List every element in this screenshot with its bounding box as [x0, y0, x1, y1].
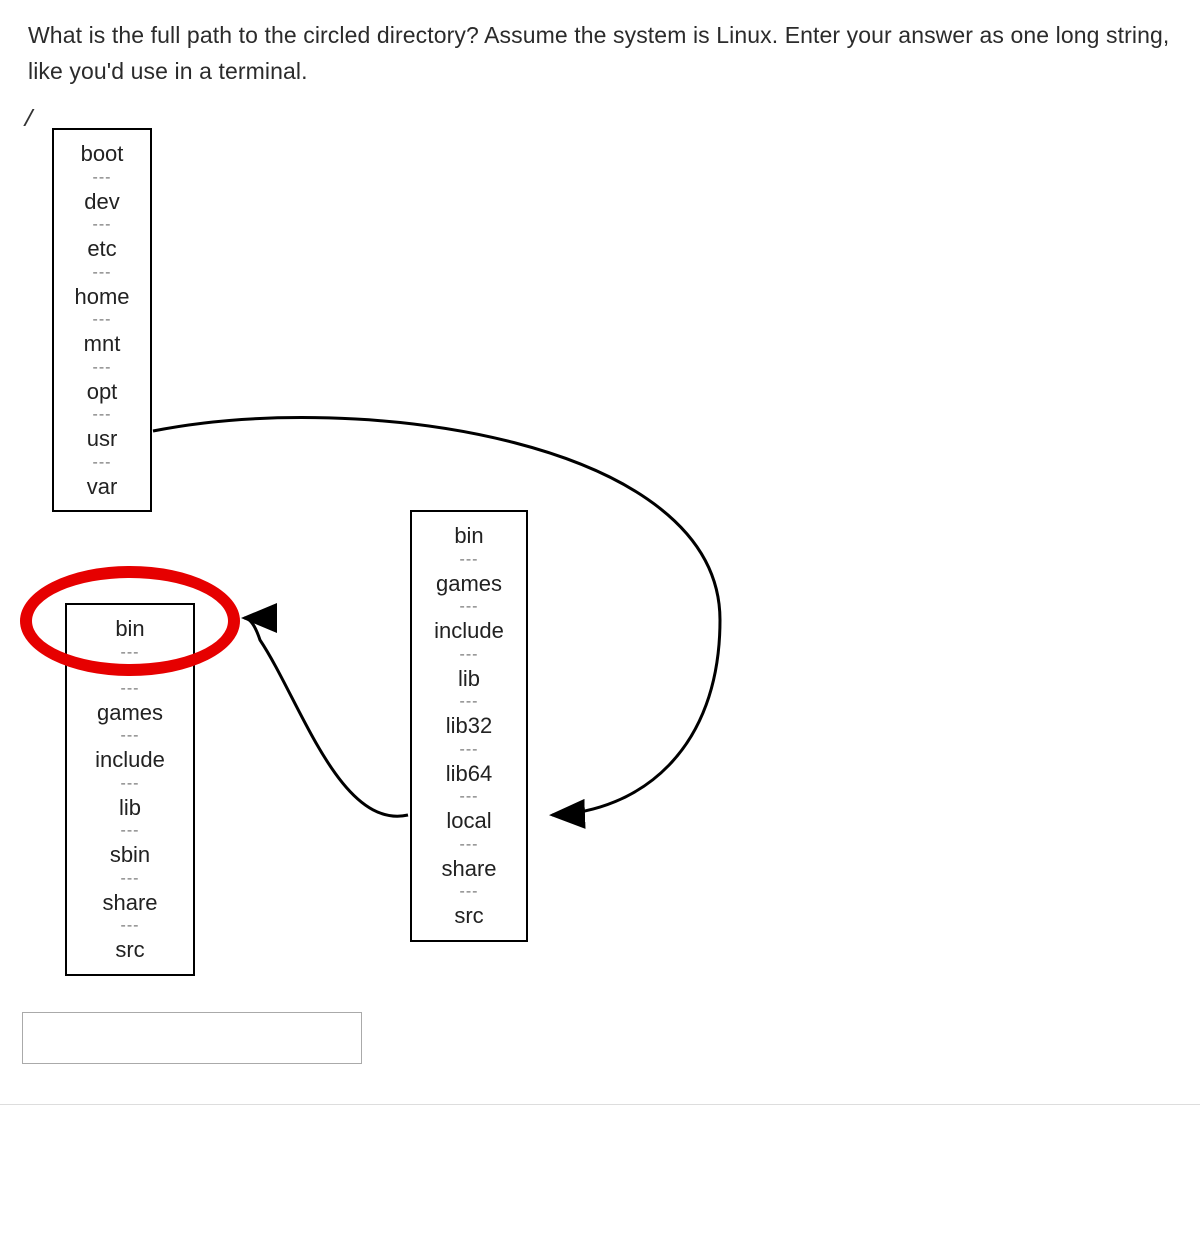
dir-local-blank: [126, 661, 134, 681]
usr-level-box: bin --- games --- include --- lib --- li…: [410, 510, 528, 942]
sep: ---: [460, 884, 479, 900]
sep: ---: [460, 552, 479, 568]
answer-input[interactable]: [22, 1012, 362, 1064]
question-text: What is the full path to the circled dir…: [28, 18, 1172, 89]
local-level-box: bin --- --- games --- include --- lib --…: [65, 603, 195, 976]
dir-usr-lib: lib: [454, 663, 484, 695]
sep: ---: [460, 789, 479, 805]
sep: ---: [93, 360, 112, 376]
sep: ---: [121, 871, 140, 887]
dir-usr-lib64: lib64: [442, 758, 496, 790]
dir-usr-games: games: [432, 568, 506, 600]
dir-usr-lib32: lib32: [442, 710, 496, 742]
dir-local-bin: bin: [111, 613, 148, 645]
sep: ---: [121, 823, 140, 839]
sep: ---: [460, 837, 479, 853]
sep: ---: [460, 647, 479, 663]
sep: ---: [460, 599, 479, 615]
dir-boot: boot: [77, 138, 128, 170]
sep: ---: [93, 312, 112, 328]
dir-usr-include: include: [430, 615, 508, 647]
sep: ---: [93, 170, 112, 186]
dir-local-share: share: [98, 887, 161, 919]
dir-mnt: mnt: [80, 328, 125, 360]
root-slash: /: [22, 107, 1172, 133]
sep: ---: [460, 694, 479, 710]
sep: ---: [93, 265, 112, 281]
dir-usr-share: share: [437, 853, 500, 885]
dir-local-src: src: [111, 934, 148, 966]
dir-var: var: [83, 471, 122, 503]
sep: ---: [121, 728, 140, 744]
dir-usr-bin: bin: [450, 520, 487, 552]
dir-opt: opt: [83, 376, 122, 408]
sep: ---: [93, 407, 112, 423]
dir-local-include: include: [91, 744, 169, 776]
dir-etc: etc: [83, 233, 120, 265]
root-level-box: boot --- dev --- etc --- home --- mnt --…: [52, 128, 152, 512]
dir-local-games: games: [93, 697, 167, 729]
dir-usr-src: src: [450, 900, 487, 932]
sep: ---: [121, 776, 140, 792]
dir-dev: dev: [80, 186, 123, 218]
arrow-local-to-local-box: [244, 618, 408, 816]
sep: ---: [460, 742, 479, 758]
sep: ---: [121, 681, 140, 697]
dir-usr-local: local: [442, 805, 495, 837]
dir-local-sbin: sbin: [106, 839, 154, 871]
sep: ---: [93, 217, 112, 233]
sep: ---: [121, 918, 140, 934]
dir-home: home: [70, 281, 133, 313]
dir-local-lib: lib: [115, 792, 145, 824]
divider-line: [0, 1104, 1200, 1105]
sep: ---: [93, 455, 112, 471]
dir-usr: usr: [83, 423, 122, 455]
sep: ---: [121, 645, 140, 661]
